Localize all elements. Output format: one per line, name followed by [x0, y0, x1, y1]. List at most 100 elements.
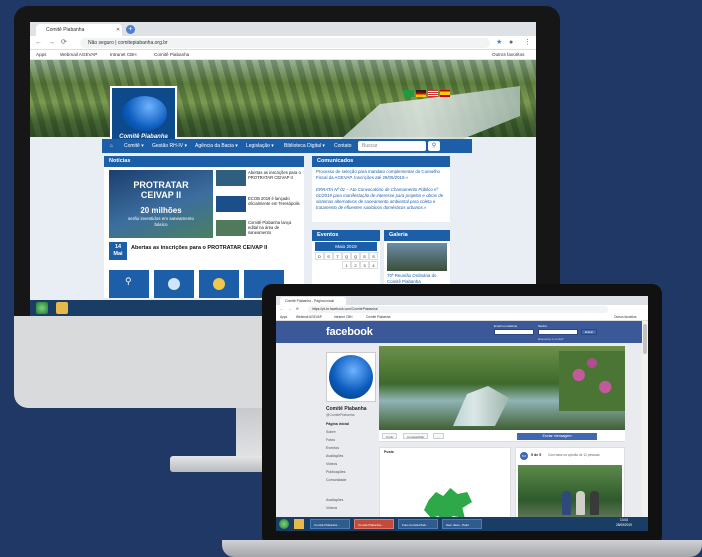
fb-tab-title: Comitê Piabanha - Página inicial [285, 299, 335, 303]
brazil-flag-icon[interactable] [404, 90, 414, 97]
comunicado-item[interactable]: ERRATA Nº 01 – Ato Convocatório de Chama… [316, 187, 446, 211]
hero-photo [30, 60, 536, 140]
menu-icon[interactable]: ⋮ [524, 37, 531, 49]
other-bookmarks[interactable]: Outros favoritos [614, 314, 637, 321]
fb-browser-tab[interactable]: Comitê Piabanha - Página inicial [280, 297, 346, 305]
cover-flowers [559, 351, 625, 411]
nav-biblioteca[interactable]: Biblioteca Digital ▾ [284, 139, 325, 153]
nav-contato[interactable]: Contato [334, 139, 352, 153]
comunicado-item[interactable]: Processo de seleção para mandato complem… [316, 169, 446, 181]
bookmark-star-icon[interactable]: ★ [496, 37, 502, 49]
quicklink-3[interactable] [199, 270, 239, 298]
forgot-account-link[interactable]: Esqueceu a conta? [538, 337, 564, 341]
login-button[interactable]: Entrar [581, 329, 598, 335]
send-message-button[interactable]: Enviar mensagem [517, 433, 597, 440]
bookmark-comite[interactable]: Comitê Piabanha [154, 50, 189, 60]
sidebar-item-home[interactable]: Página inicial [326, 422, 349, 426]
sidebar-item-posts[interactable]: Publicações [326, 470, 345, 474]
featured-photo[interactable]: SOBRE COMITÊ PIABANHA [518, 465, 622, 523]
start-button-icon[interactable] [36, 302, 48, 314]
spain-flag-icon[interactable] [440, 90, 450, 97]
news-item[interactable]: Abertas as inscrições para o PROTRATAR C… [248, 170, 302, 180]
nav-gestao[interactable]: Gestão RH-IV ▾ [152, 139, 187, 153]
close-tab-icon[interactable]: ✕ [116, 24, 120, 36]
sidebar-item-reviews[interactable]: Avaliações [326, 454, 343, 458]
sidebar-item-videos-2[interactable]: Vídeos [326, 506, 337, 510]
address-bar[interactable]: Não seguro | comitepiabanha.org.br [80, 38, 490, 48]
forward-icon[interactable]: → [288, 305, 291, 314]
email-field[interactable] [494, 329, 534, 335]
news-headline-row[interactable]: 14 Mai Abertas as inscrições para o PROT… [109, 242, 299, 262]
page-handle: @ComitePiabanha [326, 413, 355, 417]
news-thumb[interactable] [216, 220, 246, 236]
bookmark-comite[interactable]: Comitê Piabanha [366, 314, 390, 321]
rating-badge-icon: 5.0 [520, 452, 528, 460]
profile-picture[interactable] [326, 352, 376, 402]
back-icon[interactable]: ← [35, 37, 42, 49]
sidebar-item-community[interactable]: Comunidade [326, 478, 346, 482]
news-headline: Abertas as inscrições para o PROTRATAR C… [131, 245, 268, 251]
new-tab-icon[interactable]: + [126, 25, 135, 34]
fb-address-bar[interactable]: https://pt-br.facebook.com/ComitePiabanh… [308, 306, 608, 313]
comunicados-title: Comunicados [312, 156, 450, 167]
bookmark-intranet[interactable]: Intranet CBH [334, 314, 352, 321]
search-icon[interactable]: ⚲ [428, 141, 440, 151]
news-item[interactable]: ECOB 2019 é lançado oficialmente em Tere… [248, 196, 302, 206]
profile-icon[interactable]: ● [509, 37, 513, 49]
site-search-input[interactable]: Buscar [358, 141, 426, 151]
taskbar-item[interactable]: Comitê Piabanha... [310, 519, 350, 529]
facebook-logo[interactable]: facebook [326, 326, 373, 338]
usa-flag-icon[interactable] [428, 90, 438, 97]
forward-icon[interactable]: → [48, 37, 55, 49]
like-button[interactable]: Curtir [382, 433, 398, 439]
news-banner[interactable]: PROTRATAR CEIVAP II 20 milhões serão inv… [109, 170, 213, 238]
bookmarks-bar: Apps Webmail AGEVAP Intranet CBH Comitê … [30, 50, 536, 60]
share-button[interactable]: Compartilhar [403, 433, 429, 439]
news-thumb[interactable] [216, 196, 246, 212]
browser-tab[interactable]: Comitê Piabanha ✕ [36, 24, 122, 36]
news-thumb[interactable] [216, 170, 246, 186]
quicklink-map[interactable]: ⚲ [109, 270, 149, 298]
sidebar-item-about[interactable]: Sobre [326, 430, 336, 434]
bookmark-webmail[interactable]: Webmail AGEVAP [296, 314, 322, 321]
page-scrollbar[interactable] [642, 321, 648, 517]
bookmark-apps[interactable]: Apps [280, 314, 287, 321]
cover-river [453, 386, 509, 426]
gallery-photo[interactable] [387, 243, 447, 271]
calendar-day[interactable]: 4 [369, 261, 378, 269]
calendar-day[interactable]: 2 [351, 261, 360, 269]
reload-icon[interactable]: ⟳ [296, 305, 299, 314]
folder-icon[interactable] [294, 519, 304, 529]
calendar-day[interactable]: 1 [342, 261, 351, 269]
home-icon[interactable]: ⌂ [110, 139, 113, 153]
quicklink-2[interactable] [154, 270, 194, 298]
sidebar-item-events[interactable]: Eventos [326, 446, 339, 450]
reload-icon[interactable]: ⟳ [61, 37, 67, 49]
folder-icon[interactable] [56, 302, 68, 314]
nav-legislacao[interactable]: Legislação ▾ [246, 139, 274, 153]
nav-agencia[interactable]: Agência da Bacia ▾ [195, 139, 238, 153]
clock-date: 28/05/2019 [616, 523, 632, 527]
germany-flag-icon[interactable] [416, 90, 426, 97]
more-button[interactable]: ··· [433, 433, 444, 439]
sidebar-item-videos[interactable]: Vídeos [326, 462, 337, 466]
nav-comite[interactable]: Comitê ▾ [124, 139, 144, 153]
password-field[interactable] [538, 329, 578, 335]
bookmark-webmail[interactable]: Webmail AGEVAP [60, 50, 97, 60]
cover-photo[interactable] [379, 346, 625, 430]
site-logo[interactable]: Comitê Piabanha [110, 86, 177, 144]
taskbar-item[interactable]: Foto-Comitê-Piab... [398, 519, 438, 529]
sidebar-item-reviews-2[interactable]: Avaliações [326, 498, 343, 502]
bookmark-intranet[interactable]: Intranet CBH [110, 50, 137, 60]
other-bookmarks[interactable]: Outros favoritos [492, 50, 524, 60]
start-button-icon[interactable] [279, 519, 289, 529]
system-clock[interactable]: 13:08 28/05/2019 [616, 518, 632, 528]
calendar-day[interactable]: 3 [360, 261, 369, 269]
back-icon[interactable]: ← [280, 305, 283, 314]
taskbar-item[interactable]: Comitê Piabanha... [354, 519, 394, 529]
scrollbar-thumb[interactable] [643, 324, 647, 354]
bookmark-apps[interactable]: Apps [36, 50, 46, 60]
news-item[interactable]: Comitê Piabanha lança edital na área de … [248, 220, 302, 235]
sidebar-item-photos[interactable]: Fotos [326, 438, 335, 442]
taskbar-item[interactable]: Sem título - Paint [442, 519, 482, 529]
